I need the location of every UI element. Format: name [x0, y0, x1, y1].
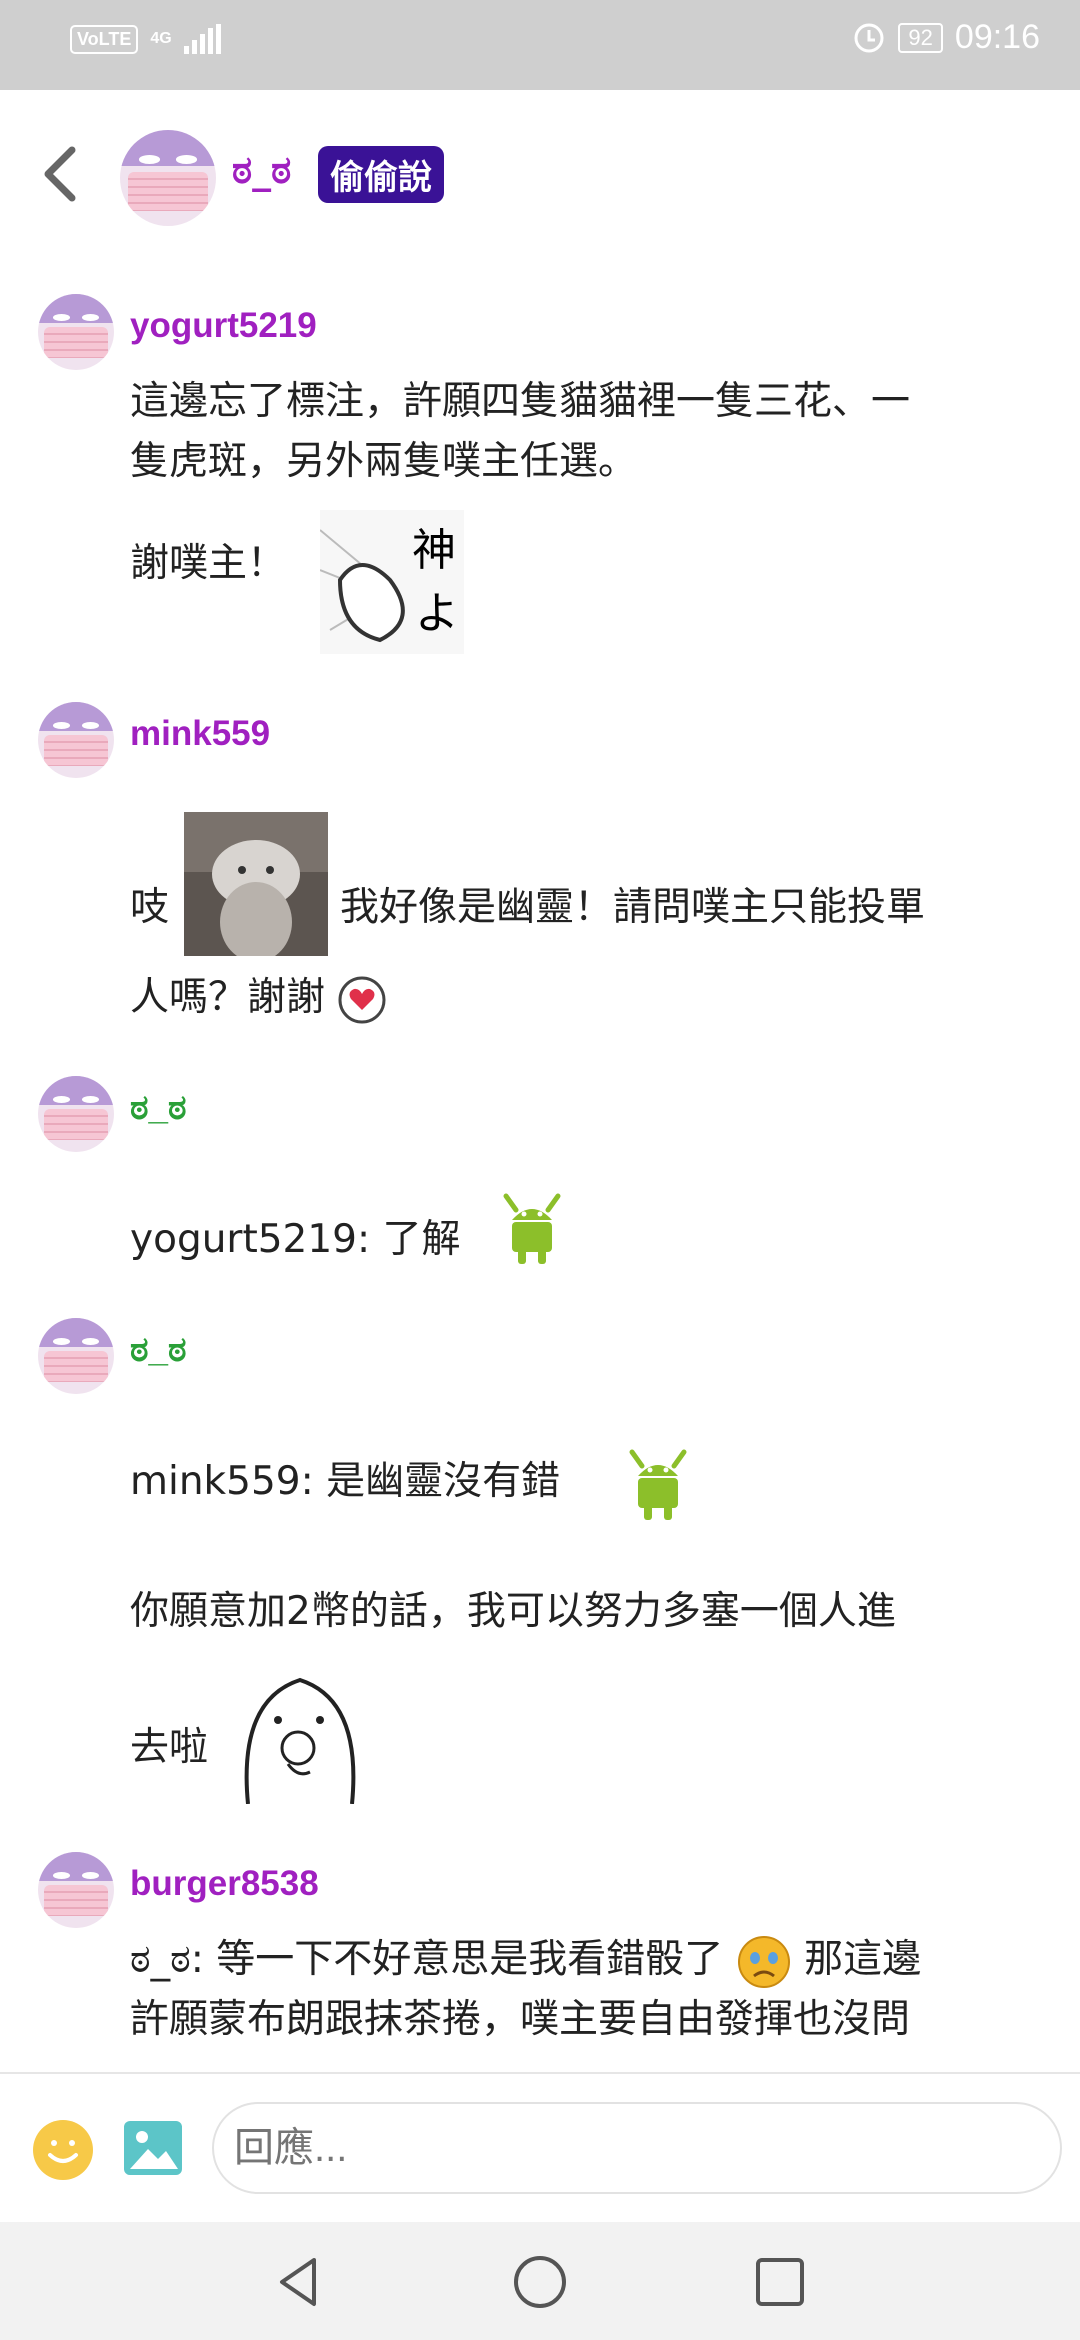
nav-home-icon[interactable]: [510, 2252, 570, 2312]
list-item: mink559 吱 我好像是幽靈！請問噗主只能投單 人嗎？謝謝: [0, 702, 1080, 1032]
nav-back-icon[interactable]: [270, 2252, 330, 2312]
reply-input[interactable]: [212, 2102, 1062, 2194]
svg-text:神: 神: [412, 525, 456, 576]
avatar[interactable]: [38, 1852, 114, 1928]
avatar: [120, 130, 216, 226]
image-upload-icon[interactable]: [122, 2119, 184, 2177]
battery-level: 92: [898, 22, 943, 53]
avatar[interactable]: [38, 702, 114, 778]
volte-indicator: VoLTE: [70, 24, 139, 54]
list-item: burger8538 ಠ_ಠ: 等一下不好意思是我看錯骰了 那這邊 許願蒙布朗跟…: [0, 1852, 1080, 2072]
message-text: 許願蒙布朗跟抹茶捲，噗主要自由發揮也沒問: [130, 1997, 911, 2042]
crying-emoji-icon: [737, 1935, 790, 1988]
sticker-image[interactable]: [184, 812, 328, 956]
nav-recents-icon[interactable]: [750, 2252, 810, 2312]
message-line: 那這邊: [804, 1937, 922, 1982]
message-text: 這邊忘了標注，許願四隻貓貓裡一隻三花、一 隻虎斑，另外兩隻噗主任選。: [130, 372, 1040, 492]
avatar[interactable]: [38, 1076, 114, 1152]
message-text: 人嗎？謝謝: [130, 968, 1040, 1028]
username[interactable]: yogurt5219: [130, 306, 317, 346]
heart-speech-icon: [338, 976, 386, 1023]
system-nav-bar: [0, 2222, 1080, 2340]
anonymous-badge: 偷偷說: [318, 146, 444, 203]
reply-bar: [0, 2072, 1080, 2222]
android-emoticon: [503, 1193, 561, 1264]
android-emoticon: [629, 1449, 687, 1520]
message-text: ಠ_ಠ: 等一下不好意思是我看錯骰了 那這邊: [130, 1930, 1040, 1990]
message-text: mink559: 是幽靈沒有錯: [130, 1459, 561, 1504]
avatar[interactable]: [38, 294, 114, 370]
list-item: yogurt5219 這邊忘了標注，許願四隻貓貓裡一隻三花、一 隻虎斑，另外兩隻…: [0, 294, 1080, 654]
header-avatar[interactable]: [120, 130, 216, 226]
username[interactable]: burger8538: [130, 1864, 319, 1904]
message-text: yogurt5219: 了解: [130, 1217, 461, 1262]
message-text: 謝噗主！: [130, 541, 287, 586]
username[interactable]: ಠ_ಠ: [130, 1330, 187, 1370]
sticker-image[interactable]: 神 よ: [320, 510, 464, 654]
emoji-picker-icon[interactable]: [32, 2119, 94, 2181]
status-bar: VoLTE 4G 92 09:16: [0, 0, 1080, 90]
avatar[interactable]: [38, 1318, 114, 1394]
message-line: 隻虎斑，另外兩隻噗主任選。: [130, 439, 638, 484]
message-text: 我好像是幽靈！請問噗主只能投單: [340, 885, 926, 930]
list-item: ಠ_ಠ mink559: 是幽靈沒有錯 你願意加2幣的話，我可以努力多塞一個人進…: [0, 1318, 1080, 1818]
signal-icon: [183, 24, 221, 54]
data-saver-icon: [854, 23, 884, 52]
message-line: 這邊忘了標注，許願四隻貓貓裡一隻三花、一: [130, 379, 911, 424]
username[interactable]: ಠ_ಠ: [130, 1088, 187, 1128]
back-arrow-icon[interactable]: [38, 142, 82, 206]
list-item: ಠ_ಠ yogurt5219: 了解: [0, 1076, 1080, 1276]
username[interactable]: mink559: [130, 714, 270, 754]
status-left: VoLTE 4G: [70, 24, 221, 54]
sticker-image[interactable]: [228, 1660, 372, 1804]
clock: 09:16: [954, 18, 1040, 56]
svg-text:よ: よ: [415, 588, 459, 639]
chat-header: ಠ_ಠ 偷偷說: [0, 90, 1080, 260]
message-line: ಠ_ಠ: 等一下不好意思是我看錯骰了: [130, 1937, 724, 1982]
header-username[interactable]: ಠ_ಠ: [232, 148, 291, 193]
network-type: 4G: [150, 30, 172, 47]
message-text: 你願意加2幣的話，我可以努力多塞一個人進: [130, 1589, 896, 1634]
status-right: 92 09:16: [852, 18, 1040, 57]
message-line: 人嗎？謝謝: [130, 975, 326, 1020]
